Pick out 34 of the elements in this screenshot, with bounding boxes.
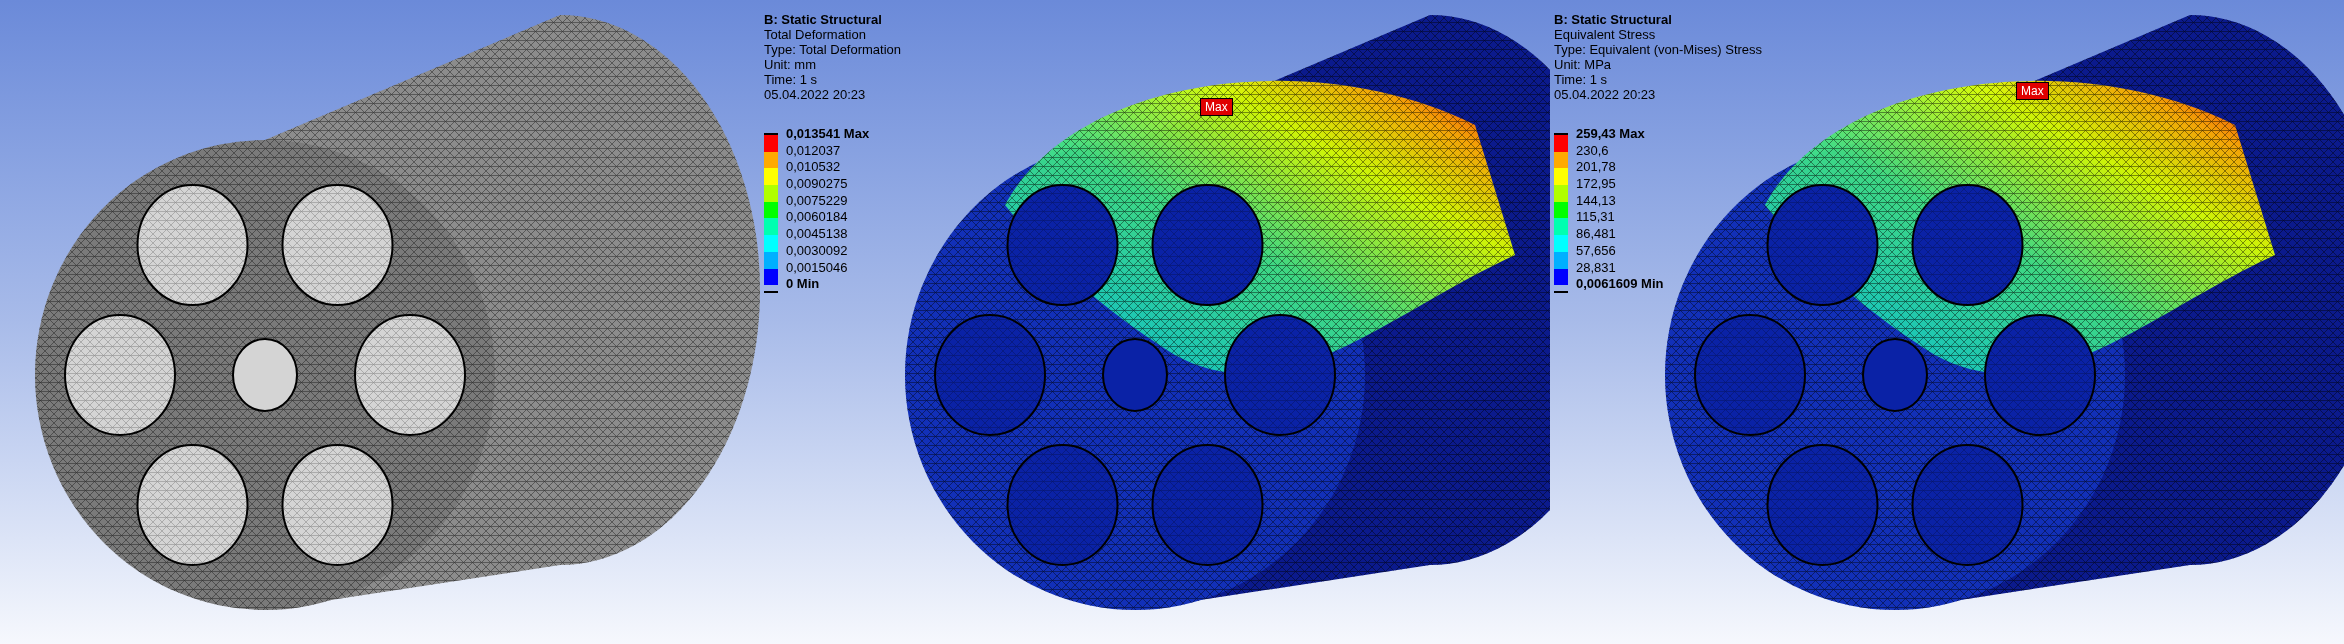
legend-info-text: Total Deformation — [764, 27, 867, 42]
legend-info-text: Equivalent Stress — [1554, 27, 1657, 42]
legend-info-text: Time: 1 s — [1554, 72, 1608, 87]
legend-value-label: 259,43 Max — [1576, 126, 1646, 143]
legend-value-label: 144,13 — [1576, 192, 1617, 210]
legend-title: B: Static Structural — [764, 12, 883, 27]
legend-value-label: 0,0015046 — [786, 259, 849, 277]
legend-info-text: Type: Equivalent (von-Mises) Stress — [1554, 42, 1763, 57]
legend-value-label: 28,831 — [1576, 259, 1617, 277]
legend-value-label: 0,0060184 — [786, 209, 849, 227]
legend-value-label: 0,012037 — [786, 142, 842, 160]
legend-value-label: 201,78 — [1576, 159, 1617, 177]
legend-value-label: 0,0075229 — [786, 192, 849, 210]
legend-value-label: 57,656 — [1576, 242, 1617, 260]
legend-info-text: Unit: mm — [764, 57, 817, 72]
legend-value-label: 0,010532 — [786, 159, 842, 177]
legend-info-text: Unit: MPa — [1554, 57, 1613, 72]
legend-value-label: 0,0045138 — [786, 226, 849, 243]
legend-info-text: 05.04.2022 20:23 — [1554, 87, 1657, 102]
legend-value-label: 0,0090275 — [786, 176, 849, 193]
legend-value-label: 0,013541 Max — [786, 126, 870, 143]
legend-value-label: 0 Min — [786, 276, 821, 293]
legend-title: B: Static Structural — [1554, 12, 1673, 27]
legend-info-text: 05.04.2022 20:23 — [764, 87, 867, 102]
legend-info-text: Time: 1 s — [764, 72, 818, 87]
legend-value-label: 172,95 — [1576, 176, 1617, 193]
max-marker-tag: Max — [2016, 82, 2049, 100]
max-marker-tag: Max — [1200, 98, 1233, 116]
legend-value-label: 86,481 — [1576, 226, 1617, 243]
legend-value-label: 115,31 — [1576, 209, 1616, 227]
legend-info-text: Type: Total Deformation — [764, 42, 902, 57]
legend-value-label: 230,6 — [1576, 142, 1610, 160]
legend-value-label: 0,0030092 — [786, 242, 849, 260]
legend-value-label: 0,0061609 Min — [1576, 276, 1664, 293]
